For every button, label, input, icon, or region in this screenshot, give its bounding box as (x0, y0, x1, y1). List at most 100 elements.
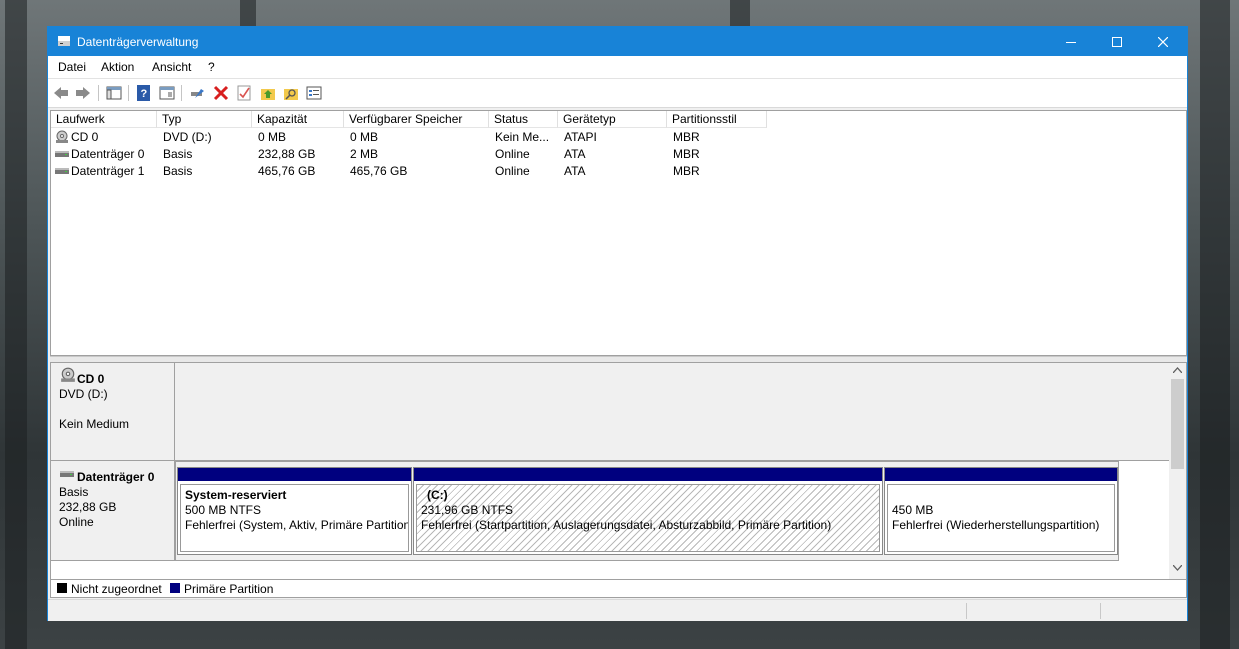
properties-icon[interactable] (158, 84, 176, 102)
partition-size: 500 MB NTFS (185, 503, 262, 517)
cell-type: DVD (D:) (163, 130, 212, 144)
primary-partition-bar (885, 468, 1117, 481)
cell-status: Online (495, 147, 530, 161)
partition-health: Fehlerfrei (Startpartition, Auslagerungs… (421, 518, 832, 532)
disk-management-app-icon (58, 36, 70, 46)
settings-window-icon[interactable] (305, 84, 323, 102)
table-row[interactable]: Datenträger 0 Basis 232,88 GB 2 MB Onlin… (51, 146, 1186, 163)
partition-size: 450 MB (892, 503, 934, 517)
vertical-scrollbar[interactable] (1169, 363, 1186, 579)
cell-free-space: 465,76 GB (350, 164, 408, 178)
scrollbar-thumb[interactable] (1171, 379, 1184, 469)
partition-c-drive[interactable]: (C:) 231,96 GB NTFS Fehlerfrei (Startpar… (413, 467, 883, 555)
cell-capacity: 0 MB (258, 130, 287, 144)
console-tree-icon[interactable] (105, 84, 123, 102)
checklist-icon[interactable] (235, 84, 253, 102)
table-row[interactable]: Datenträger 1 Basis 465,76 GB 465,76 GB … (51, 163, 1186, 180)
menu-file[interactable]: Datei (58, 60, 86, 74)
primary-partition-bar (178, 468, 411, 481)
toolbar-separator (98, 85, 99, 101)
table-row[interactable]: CD 0 DVD (D:) 0 MB 0 MB Kein Me... ATAPI… (51, 129, 1186, 146)
cell-type: Basis (163, 164, 193, 178)
delete-icon[interactable] (212, 84, 230, 102)
hard-disk-icon (60, 471, 74, 477)
cd-drive-icon (56, 130, 68, 143)
cell-partition-style: MBR (673, 147, 700, 161)
primary-partition-bar (414, 468, 882, 481)
column-header-type[interactable]: Typ (157, 111, 252, 128)
legend: Nicht zugeordnet Primäre Partition (50, 580, 1187, 598)
disk-size: 232,88 GB (59, 500, 117, 514)
status-bar-divider (966, 603, 967, 619)
cell-drive: CD 0 (71, 130, 99, 144)
partition-name: (C:) (427, 488, 448, 502)
cell-device-type: ATA (564, 164, 586, 178)
disk0-partition-area: System-reserviert 500 MB NTFS Fehlerfrei… (175, 461, 1119, 561)
menu-view[interactable]: Ansicht (152, 60, 191, 74)
svg-text:?: ? (141, 88, 148, 100)
column-header-drive[interactable]: Laufwerk (51, 111, 157, 128)
disk-name: CD 0 (77, 372, 105, 386)
menu-help[interactable]: ? (208, 60, 215, 74)
folder-search-icon[interactable] (282, 84, 300, 102)
maximize-button[interactable] (1094, 27, 1140, 56)
disk-management-window: Datenträgerverwaltung Datei Aktion Ansic… (47, 26, 1188, 621)
cell-free-space: 0 MB (350, 130, 379, 144)
close-button[interactable] (1140, 27, 1186, 56)
legend-swatch-primary (170, 583, 180, 593)
disk-type: Basis (59, 485, 89, 499)
menu-action[interactable]: Aktion (101, 60, 134, 74)
toolbar-separator (181, 85, 182, 101)
legend-swatch-unallocated (57, 583, 67, 593)
toolbar: ? (48, 79, 1187, 108)
legend-label-unallocated: Nicht zugeordnet (71, 582, 162, 596)
partition-system-reserved[interactable]: System-reserviert 500 MB NTFS Fehlerfrei… (177, 467, 412, 555)
partition-recovery[interactable]: 450 MB Fehlerfrei (Wiederherstellungspar… (884, 467, 1118, 555)
partition-health: Fehlerfrei (System, Aktiv, Primäre Parti… (185, 518, 409, 532)
minimize-button[interactable] (1048, 27, 1094, 56)
cd-drive-icon (61, 367, 75, 382)
title-bar[interactable]: Datenträgerverwaltung (48, 27, 1187, 56)
column-header-free-space[interactable]: Verfügbarer Speicher (344, 111, 489, 128)
close-icon (1158, 36, 1168, 47)
column-header-partition-style[interactable]: Partitionsstil (667, 111, 767, 128)
status-bar-divider (1100, 603, 1101, 619)
cell-device-type: ATA (564, 147, 586, 161)
forward-arrow-icon[interactable] (74, 84, 92, 102)
toolbar-separator (128, 85, 129, 101)
disk-type: DVD (D:) (59, 387, 108, 401)
partition-health: Fehlerfrei (Wiederherstellungspartition) (892, 518, 1100, 532)
disk-status: Online (59, 515, 94, 529)
back-arrow-icon[interactable] (52, 84, 70, 102)
cell-type: Basis (163, 147, 193, 161)
scroll-down-icon[interactable] (1173, 565, 1182, 571)
cell-capacity: 465,76 GB (258, 164, 316, 178)
partition-body: 450 MB Fehlerfrei (Wiederherstellungspar… (887, 484, 1115, 552)
minimize-icon (1066, 41, 1076, 43)
partition-body: (C:) 231,96 GB NTFS Fehlerfrei (Startpar… (416, 484, 880, 552)
window-title: Datenträgerverwaltung (77, 35, 199, 49)
status-bar (48, 599, 1187, 621)
cell-capacity: 232,88 GB (258, 147, 316, 161)
disk-list: Laufwerk Typ Kapazität Verfügbarer Speic… (50, 110, 1187, 356)
connect-disk-icon[interactable] (189, 84, 207, 102)
column-header-device-type[interactable]: Gerätetyp (558, 111, 667, 128)
disk-label-disk0[interactable]: Datenträger 0 Basis 232,88 GB Online (51, 461, 175, 561)
cd0-empty-area (175, 363, 1171, 461)
cell-partition-style: MBR (673, 164, 700, 178)
partition-body: System-reserviert 500 MB NTFS Fehlerfrei… (180, 484, 409, 552)
cell-drive: Datenträger 1 (71, 164, 145, 178)
menu-bar: Datei Aktion Ansicht ? (48, 56, 1187, 79)
disk-graphic-view: CD 0 DVD (D:) Kein Medium Datenträger 0 … (50, 362, 1187, 580)
cell-free-space: 2 MB (350, 147, 379, 161)
partition-size: 231,96 GB NTFS (421, 503, 514, 517)
cell-device-type: ATAPI (564, 130, 597, 144)
partition-name: System-reserviert (185, 488, 287, 502)
column-header-status[interactable]: Status (489, 111, 558, 128)
help-icon[interactable]: ? (135, 84, 153, 102)
folder-up-icon[interactable] (259, 84, 277, 102)
cell-partition-style: MBR (673, 130, 700, 144)
scroll-up-icon[interactable] (1173, 367, 1182, 373)
disk-label-cd0[interactable]: CD 0 DVD (D:) Kein Medium (51, 363, 175, 461)
column-header-capacity[interactable]: Kapazität (252, 111, 344, 128)
